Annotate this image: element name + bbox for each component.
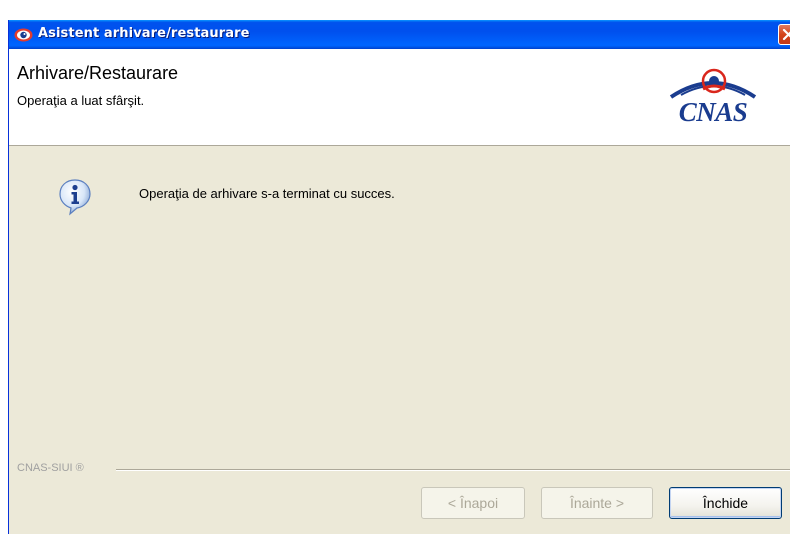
status-message: Operaţia de arhivare s-a terminat cu suc…: [139, 186, 395, 201]
page-subtitle: Operaţia a luat sfârşit.: [17, 93, 145, 108]
wizard-header: Arhivare/Restaurare Operaţia a luat sfâr…: [9, 49, 790, 146]
info-icon: [59, 179, 91, 216]
close-button[interactable]: Închide: [669, 487, 782, 519]
close-icon: [782, 28, 790, 41]
footer-brand: CNAS-SIUI ®: [17, 462, 84, 474]
wizard-window: Asistent arhivare/restaurare Arhivare/Re…: [8, 20, 790, 534]
cnas-logo: CNAS: [657, 59, 769, 143]
back-button[interactable]: < Înapoi: [421, 487, 525, 519]
cnas-logo-text: CNAS: [678, 97, 748, 127]
window-title: Asistent arhivare/restaurare: [38, 26, 250, 41]
page-title: Arhivare/Restaurare: [17, 63, 179, 83]
next-button[interactable]: Înainte >: [541, 487, 653, 519]
app-eye-icon: [14, 28, 33, 42]
footer-divider: [116, 469, 790, 471]
title-bar[interactable]: Asistent arhivare/restaurare: [9, 20, 790, 49]
close-window-button[interactable]: [778, 24, 790, 45]
